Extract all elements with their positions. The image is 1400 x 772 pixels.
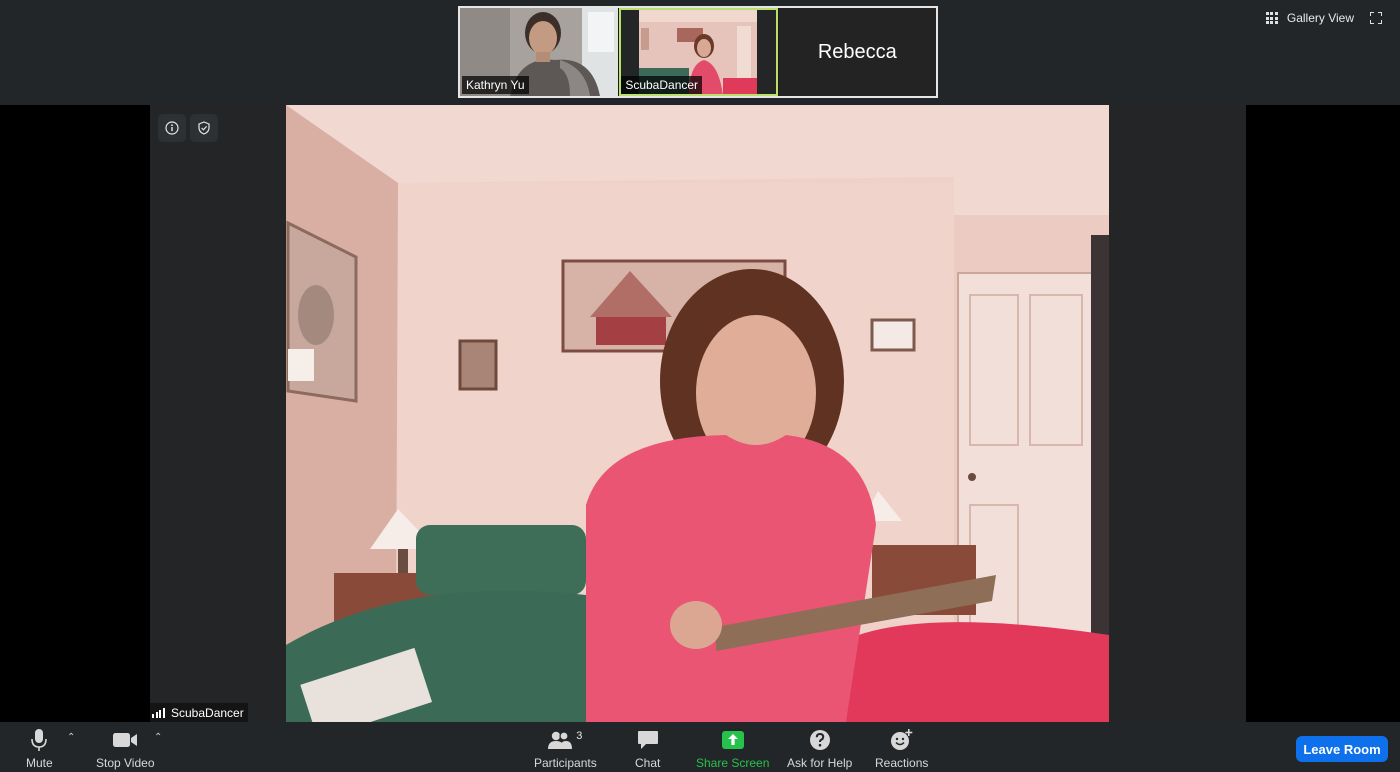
help-question-icon (809, 730, 830, 750)
chat-label: Chat (635, 756, 661, 770)
participant-tile-rebecca[interactable]: Rebecca (778, 8, 936, 96)
participants-icon (548, 731, 573, 749)
gallery-view-button[interactable]: Gallery View (1265, 11, 1382, 25)
info-icon (165, 121, 179, 135)
stop-video-label: Stop Video (96, 756, 155, 770)
participants-count: 3 (576, 730, 583, 742)
participants-button[interactable]: 3 Participants (534, 728, 597, 770)
share-screen-icon (721, 731, 744, 749)
fullscreen-icon[interactable] (1370, 12, 1382, 24)
participant-name-label: ScubaDancer (621, 76, 703, 94)
grid-icon (1265, 12, 1278, 24)
reactions-smiley-icon (890, 729, 912, 750)
participant-thumbnails: Kathryn Yu ScubaDancer Rebecca (458, 6, 938, 98)
active-speaker-video (286, 105, 1109, 722)
meeting-info-button[interactable] (158, 114, 186, 142)
gallery-view-label: Gallery View (1286, 11, 1354, 25)
share-screen-button[interactable]: Share Screen (696, 728, 769, 770)
ask-for-help-label: Ask for Help (787, 756, 853, 770)
meeting-toolbar: Mute ⌃ Stop Video ⌃ 3 Participants Chat … (0, 722, 1400, 772)
connection-signal-icon (152, 707, 166, 718)
video-camera-icon (113, 733, 138, 747)
reactions-label: Reactions (875, 756, 929, 770)
microphone-icon (31, 729, 48, 751)
top-bar: Kathryn Yu ScubaDancer Rebecca Gallery V… (0, 0, 1400, 105)
security-button[interactable] (190, 114, 218, 142)
stop-video-button[interactable]: Stop Video (96, 728, 155, 770)
mute-button[interactable]: Mute (26, 728, 53, 770)
active-speaker-name: ScubaDancer (171, 705, 244, 720)
participant-name-placeholder: Rebecca (778, 8, 936, 96)
leave-room-button[interactable]: Leave Room (1296, 736, 1388, 762)
active-speaker-video-frame (286, 105, 1109, 722)
audio-options-chevron-icon[interactable]: ⌃ (67, 732, 75, 743)
active-speaker-name-tag: ScubaDancer (150, 703, 248, 722)
participant-tile-scubadancer[interactable]: ScubaDancer (619, 8, 778, 96)
reactions-button[interactable]: Reactions (875, 728, 928, 770)
participant-tile-kathryn-yu[interactable]: Kathryn Yu (460, 8, 619, 96)
participants-label: Participants (534, 756, 597, 770)
chat-bubble-icon (637, 731, 658, 749)
main-video-stage: ScubaDancer (150, 105, 1246, 722)
video-options-chevron-icon[interactable]: ⌃ (154, 732, 162, 743)
chat-button[interactable]: Chat (635, 728, 660, 770)
shield-check-icon (198, 121, 210, 135)
mute-label: Mute (26, 756, 53, 770)
ask-for-help-button[interactable]: Ask for Help (787, 728, 852, 770)
participant-name-label: Kathryn Yu (462, 76, 529, 94)
share-screen-label: Share Screen (696, 756, 770, 770)
